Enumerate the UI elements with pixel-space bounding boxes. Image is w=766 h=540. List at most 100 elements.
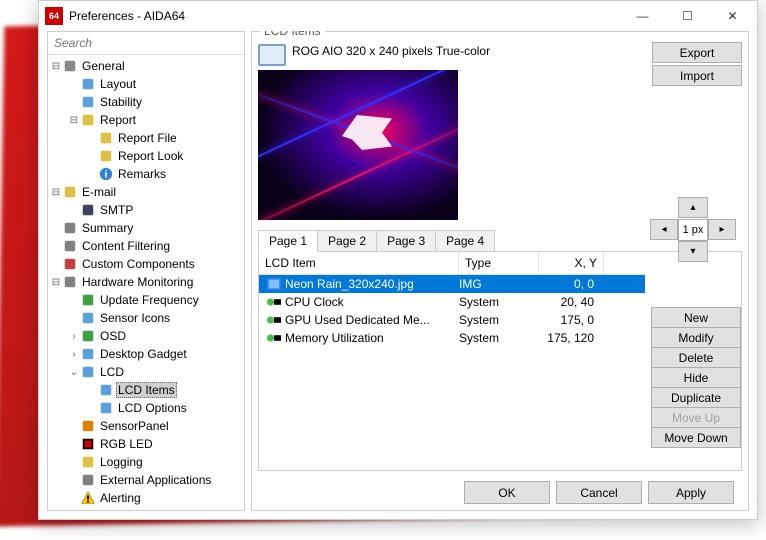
tree-node-general[interactable]: ⊟General: [48, 57, 244, 75]
tab-page-3[interactable]: Page 3: [376, 230, 436, 252]
tree-node-desktop-gadget[interactable]: ›Desktop Gadget: [48, 345, 244, 363]
tree-label: Custom Components: [80, 257, 197, 271]
nudge-pad: ▴ ◂ 1 px ▸ ▾: [650, 197, 736, 263]
tree-label: Alerting: [98, 491, 143, 505]
nudge-left-button[interactable]: ◂: [650, 219, 678, 240]
delete-button[interactable]: Delete: [651, 347, 741, 368]
lcd-preview[interactable]: [258, 70, 458, 220]
tree-node-remarks[interactable]: i Remarks: [48, 165, 244, 183]
nudge-up-button[interactable]: ▴: [678, 197, 708, 218]
hw-icon: [62, 274, 78, 290]
tree-node-report[interactable]: ⊟Report: [48, 111, 244, 129]
import-button[interactable]: Import: [652, 65, 742, 86]
modify-button[interactable]: Modify: [651, 327, 741, 348]
tree-twisty-icon[interactable]: ⊟: [50, 61, 62, 72]
sitem-icon: [267, 331, 283, 345]
tree-node-lcd-items[interactable]: LCD Items: [48, 381, 244, 399]
item-xy: 175, 120: [539, 331, 604, 345]
shield-icon: [80, 94, 96, 110]
nudge-down-button[interactable]: ▾: [678, 241, 708, 262]
tree-node-lcd-options[interactable]: LCD Options: [48, 399, 244, 417]
item-xy: 20, 40: [539, 295, 604, 309]
nudge-right-button[interactable]: ▸: [708, 219, 736, 240]
tree-twisty-icon[interactable]: ⌄: [68, 367, 80, 378]
item-type: System: [459, 295, 539, 309]
app-icon: 64: [45, 7, 63, 25]
srv-icon: [80, 202, 96, 218]
col-xy[interactable]: X, Y: [539, 252, 604, 274]
tree-node-logging[interactable]: Logging: [48, 453, 244, 471]
tree-label: LCD: [98, 365, 126, 379]
tab-page-2[interactable]: Page 2: [317, 230, 377, 252]
rgb-icon: [80, 436, 96, 452]
tree-node-osd[interactable]: › OSD: [48, 327, 244, 345]
tab-page-1[interactable]: Page 1: [258, 230, 318, 252]
search-input[interactable]: [48, 32, 244, 55]
ext-icon: [80, 472, 96, 488]
hide-button[interactable]: Hide: [651, 367, 741, 388]
info-icon: i: [98, 166, 114, 182]
tree-node-e-mail[interactable]: ⊟E-mail: [48, 183, 244, 201]
svg-text:i: i: [105, 169, 108, 181]
tree-label: Logging: [98, 455, 145, 469]
cube-icon: [62, 256, 78, 272]
tree-label: OSD: [98, 329, 128, 343]
tree-twisty-icon[interactable]: ⊟: [50, 277, 62, 288]
tree-node-sensorpanel[interactable]: SensorPanel: [48, 417, 244, 435]
panel-title: LCD Items: [260, 31, 325, 38]
tree-node-report-file[interactable]: Report File: [48, 129, 244, 147]
new-button[interactable]: New: [651, 307, 741, 328]
tree-twisty-icon[interactable]: ⊟: [50, 187, 62, 198]
list-row[interactable]: Memory UtilizationSystem175, 120: [259, 329, 645, 347]
tree-node-rgb-led[interactable]: RGB LED: [48, 435, 244, 453]
items-list[interactable]: LCD Item Type X, Y Neon Rain_320x240.jpg…: [259, 252, 645, 470]
moveup-button[interactable]: Move Up: [651, 407, 741, 428]
look-icon: [98, 148, 114, 164]
filter-icon: [62, 238, 78, 254]
tree-label: Hardware Monitoring: [80, 275, 195, 289]
movedown-button[interactable]: Move Down: [651, 427, 741, 448]
cancel-button[interactable]: Cancel: [556, 481, 642, 504]
tree-node-update-frequency[interactable]: Update Frequency: [48, 291, 244, 309]
list-row[interactable]: Neon Rain_320x240.jpgIMG0, 0: [259, 275, 645, 293]
tree-node-external-applications[interactable]: External Applications: [48, 471, 244, 489]
upd-icon: [80, 292, 96, 308]
tab-page-4[interactable]: Page 4: [435, 230, 495, 252]
img-icon: [267, 277, 283, 291]
close-button[interactable]: ✕: [710, 2, 755, 30]
tree-label: Report File: [116, 131, 179, 145]
layout-icon: [80, 76, 96, 92]
tree-twisty-icon[interactable]: ›: [68, 349, 80, 360]
nav-tree[interactable]: ⊟GeneralLayoutStability⊟Report Report Fil…: [48, 55, 244, 510]
tree-node-lcd[interactable]: ⌄ LCD: [48, 363, 244, 381]
duplicate-button[interactable]: Duplicate: [651, 387, 741, 408]
tree-label: Remarks: [116, 167, 168, 181]
ok-button[interactable]: OK: [464, 481, 550, 504]
tree-node-hardware-monitoring[interactable]: ⊟ Hardware Monitoring: [48, 273, 244, 291]
export-button[interactable]: Export: [652, 42, 742, 63]
mail-icon: [62, 184, 78, 200]
list-row[interactable]: GPU Used Dedicated Me...System175, 0: [259, 311, 645, 329]
tree-node-alerting[interactable]: Alerting: [48, 489, 244, 507]
col-item[interactable]: LCD Item: [259, 252, 459, 274]
nudge-step[interactable]: 1 px: [678, 219, 708, 241]
list-header[interactable]: LCD Item Type X, Y: [259, 252, 645, 275]
maximize-button[interactable]: ☐: [665, 2, 710, 30]
list-row[interactable]: CPU ClockSystem20, 40: [259, 293, 645, 311]
tree-node-smtp[interactable]: SMTP: [48, 201, 244, 219]
minimize-button[interactable]: —: [620, 2, 665, 30]
tree-node-custom-components[interactable]: Custom Components: [48, 255, 244, 273]
tree-node-content-filtering[interactable]: Content Filtering: [48, 237, 244, 255]
tree-node-sensor-icons[interactable]: Sensor Icons: [48, 309, 244, 327]
titlebar[interactable]: 64 Preferences - AIDA64 — ☐ ✕: [39, 1, 757, 31]
item-name: GPU Used Dedicated Me...: [285, 313, 430, 327]
sum-icon: [62, 220, 78, 236]
apply-button[interactable]: Apply: [648, 481, 734, 504]
tree-node-stability[interactable]: Stability: [48, 93, 244, 111]
tree-node-layout[interactable]: Layout: [48, 75, 244, 93]
col-type[interactable]: Type: [459, 252, 539, 274]
tree-node-summary[interactable]: Summary: [48, 219, 244, 237]
tree-node-report-look[interactable]: Report Look: [48, 147, 244, 165]
tree-twisty-icon[interactable]: ⊟: [68, 115, 80, 126]
tree-twisty-icon[interactable]: ›: [68, 331, 80, 342]
